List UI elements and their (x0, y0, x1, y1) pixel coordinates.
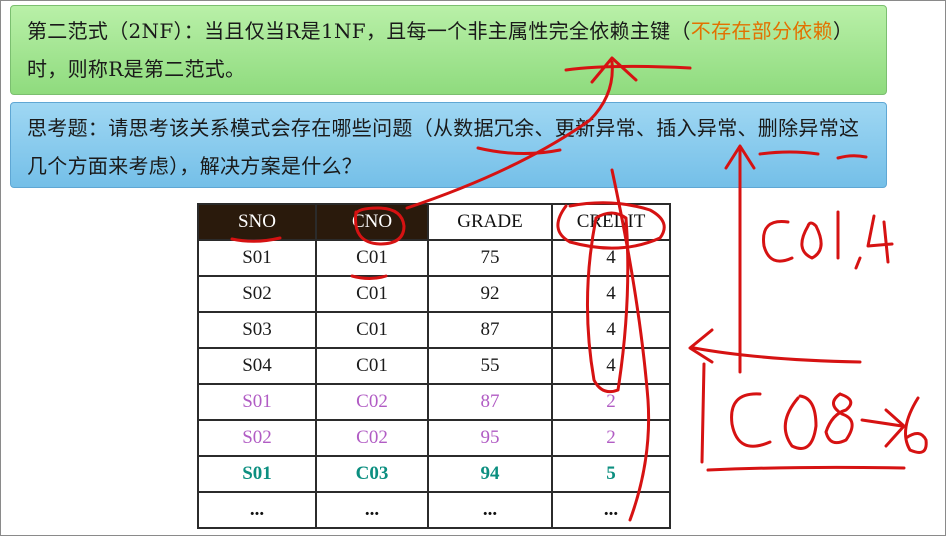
ink-annotations (230, 56, 928, 522)
ink-circle-credit (556, 201, 666, 250)
ink-arrow-to-definition (405, 60, 614, 210)
ink-note-c08-6 (700, 362, 928, 472)
ink-horizontal-arrow (692, 346, 862, 364)
ink-note-c01-4 (762, 210, 894, 270)
ink-horizontal-arrow-head (688, 328, 714, 364)
ink-arrow-head-top (590, 56, 638, 84)
ink-underline-c01 (350, 274, 388, 280)
ink-underline-insert (758, 150, 820, 156)
ink-underline-sno (230, 236, 282, 243)
ink-underline-delete (836, 154, 868, 160)
ink-oval-credit-column (585, 211, 630, 394)
ink-long-stroke-credit (610, 168, 651, 522)
ink-underline-redundancy (476, 146, 562, 156)
ink-underline-highlight (564, 64, 692, 72)
ink-circle-cno (354, 206, 406, 246)
